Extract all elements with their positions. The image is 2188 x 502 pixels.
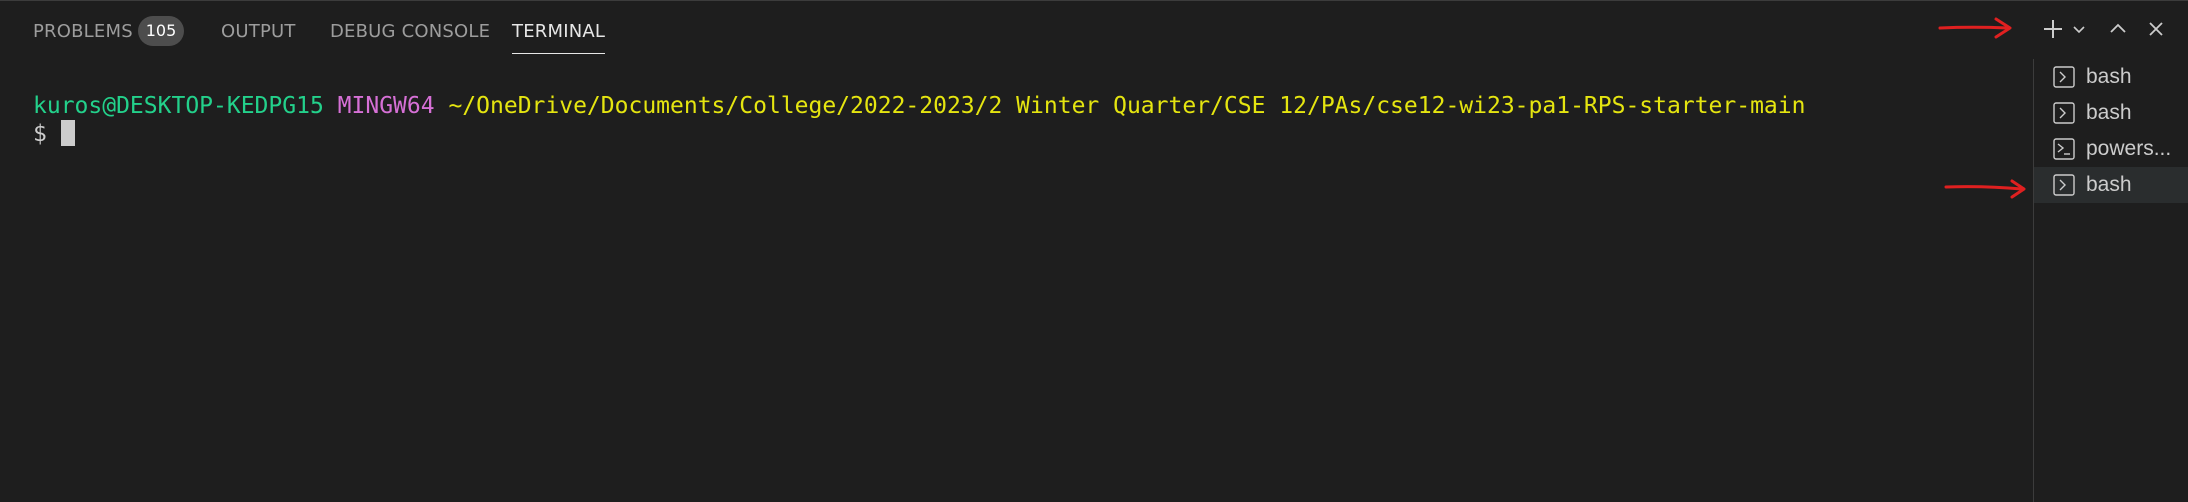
terminal-tab-bash-3[interactable]: bash (2034, 167, 2188, 203)
terminal-tab-bash-1[interactable]: bash (2034, 59, 2188, 95)
tab-output-label: OUTPUT (221, 21, 296, 42)
close-icon (2149, 22, 2163, 36)
prompt-symbol: $ (33, 121, 47, 147)
terminal-icon (2052, 65, 2076, 89)
terminal-tab-powershell[interactable]: powers... (2034, 131, 2188, 167)
plus-icon (2044, 20, 2062, 38)
annotation-arrow-icon (1944, 179, 2026, 199)
panel-tab-bar: PROBLEMS 105 OUTPUT DEBUG CONSOLE TERMIN… (0, 1, 1900, 61)
terminal-output[interactable]: kuros@DESKTOP-KEDPG15 MINGW64 ~/OneDrive… (0, 61, 2030, 502)
launch-profile-dropdown[interactable] (2065, 13, 2093, 45)
chevron-down-icon (2073, 26, 2085, 34)
terminal-tab-label: bash (2086, 101, 2132, 124)
terminal-tab-label: powers... (2086, 137, 2172, 160)
chevron-up-icon (2110, 23, 2126, 33)
problems-count-badge: 105 (138, 16, 184, 46)
maximize-panel-button[interactable] (2102, 13, 2134, 45)
terminal-tabs-list: bash bash powers... bash (2033, 59, 2188, 502)
tab-output[interactable]: OUTPUT (221, 21, 296, 53)
terminal-tab-label: bash (2086, 173, 2132, 196)
user-host: kuros@DESKTOP-KEDPG15 (33, 93, 324, 119)
working-directory: ~/OneDrive/Documents/College/2022-2023/2… (448, 93, 1806, 119)
terminal-cursor (60, 120, 75, 146)
prompt-info-line: kuros@DESKTOP-KEDPG15 MINGW64 ~/OneDrive… (33, 91, 1805, 121)
close-panel-button[interactable] (2140, 13, 2172, 45)
tab-debug-console-label: DEBUG CONSOLE (330, 21, 491, 42)
tab-debug-console[interactable]: DEBUG CONSOLE (330, 21, 490, 53)
tab-terminal[interactable]: TERMINAL (512, 21, 606, 54)
powershell-icon (2052, 137, 2076, 161)
tab-terminal-label: TERMINAL (512, 21, 606, 42)
shell-env: MINGW64 (337, 93, 435, 119)
terminal-icon (2052, 173, 2076, 197)
annotation-arrow-icon (1938, 17, 2012, 39)
terminal-panel: PROBLEMS 105 OUTPUT DEBUG CONSOLE TERMIN… (0, 0, 2188, 502)
terminal-icon (2052, 101, 2076, 125)
tab-problems-label: PROBLEMS (33, 21, 133, 42)
prompt-line: $ (33, 119, 75, 149)
terminal-tab-bash-2[interactable]: bash (2034, 95, 2188, 131)
tab-problems[interactable]: PROBLEMS (33, 21, 133, 53)
terminal-tab-label: bash (2086, 65, 2132, 88)
